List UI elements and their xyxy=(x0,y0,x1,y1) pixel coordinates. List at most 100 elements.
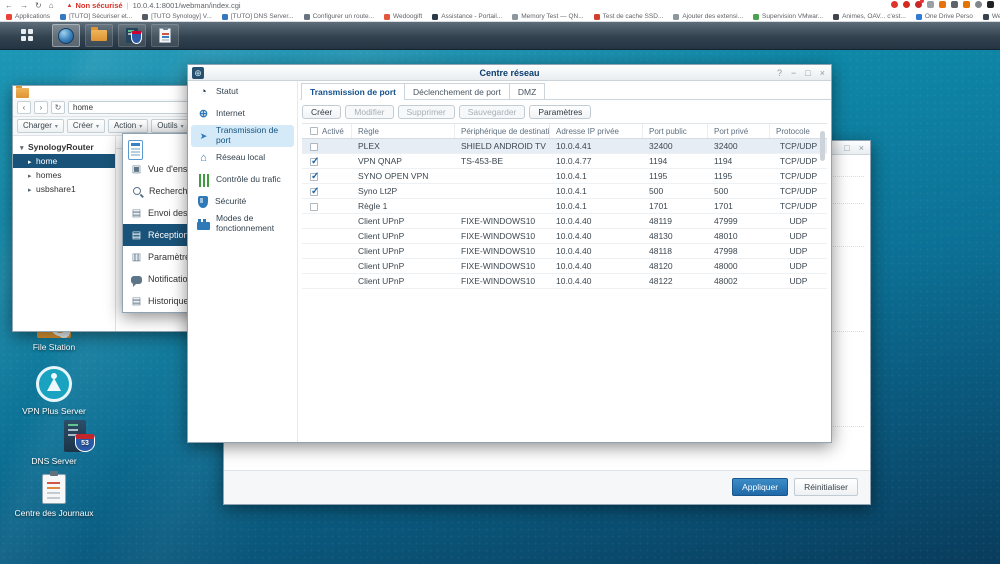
bookmark[interactable]: [TUTO] DNS Server... xyxy=(222,13,294,20)
row-checkbox[interactable] xyxy=(310,173,318,181)
table-row[interactable]: Client UPnP FIXE-WINDOWS10 10.0.4.40 481… xyxy=(302,229,827,244)
forward-icon[interactable]: → xyxy=(20,2,28,10)
tree-caret-icon[interactable]: ▸ xyxy=(28,156,36,168)
bookmark[interactable]: Memory Test — QN... xyxy=(512,13,583,20)
action-button[interactable]: Modifier xyxy=(345,105,393,119)
bookmark[interactable]: One Drive Perso xyxy=(916,13,973,20)
forward-button[interactable]: › xyxy=(34,101,48,114)
tab[interactable]: Transmission de port xyxy=(301,83,405,100)
bookmark[interactable]: Assistance - Portail... xyxy=(432,13,502,20)
row-checkbox[interactable] xyxy=(310,188,318,196)
column-protocole[interactable]: Protocole xyxy=(770,124,827,138)
row-checkbox[interactable] xyxy=(310,143,318,151)
tree-item[interactable]: ▸homes xyxy=(13,168,115,182)
bookmark[interactable]: Wedoogift xyxy=(384,13,422,20)
extension-icon[interactable] xyxy=(903,1,910,8)
desktop-icon-log-center[interactable]: Centre des Journaux xyxy=(8,474,100,518)
help-icon[interactable]: ? xyxy=(777,68,782,78)
tree-item[interactable]: ▸usbshare1 xyxy=(13,182,115,196)
taskbar-log-center[interactable] xyxy=(151,24,179,47)
close-icon[interactable]: × xyxy=(859,143,864,153)
sidebar-item[interactable]: Sécurité xyxy=(191,191,294,213)
tab[interactable]: Déclenchement de port xyxy=(404,83,510,100)
table-row[interactable]: Client UPnP FIXE-WINDOWS10 10.0.4.40 481… xyxy=(302,244,827,259)
sidebar-item[interactable]: Modes de fonctionnement xyxy=(191,213,294,235)
security-warning[interactable]: Non sécurisé xyxy=(76,1,123,10)
tree-caret-icon[interactable]: ▸ xyxy=(28,184,36,196)
extension-icon[interactable] xyxy=(891,1,898,8)
extension-icon[interactable] xyxy=(975,1,982,8)
tab[interactable]: DMZ xyxy=(509,83,545,100)
extension-icon[interactable] xyxy=(939,1,946,8)
column-activé[interactable]: Activé xyxy=(302,124,352,138)
table-scrollbar[interactable] xyxy=(820,131,825,161)
tree-item[interactable]: ▾SynologyRouter xyxy=(13,140,115,154)
row-checkbox[interactable] xyxy=(310,203,318,211)
bookmark[interactable]: Supervision VMwar... xyxy=(753,13,823,20)
action-button[interactable]: Sauvegarder xyxy=(459,105,526,119)
network-center-titlebar[interactable]: ⊕ Centre réseau ? − □ × xyxy=(188,65,831,81)
toolbar-dropdown-button[interactable]: Créer▾ xyxy=(67,119,105,133)
bookmark[interactable]: Configurer un route... xyxy=(304,13,374,20)
action-button[interactable]: Créer xyxy=(302,105,341,119)
toolbar-dropdown-button[interactable]: Outils▾ xyxy=(151,119,189,133)
table-row[interactable]: SYNO OPEN VPN 10.0.4.1 1195 1195 TCP/UDP xyxy=(302,169,827,184)
table-row[interactable]: Client UPnP FIXE-WINDOWS10 10.0.4.40 481… xyxy=(302,214,827,229)
table-row[interactable]: Client UPnP FIXE-WINDOWS10 10.0.4.40 481… xyxy=(302,259,827,274)
bookmark[interactable]: Ajouter des extensi... xyxy=(673,13,743,20)
bookmark[interactable]: [TUTO] Sécuriser et... xyxy=(60,13,132,20)
desktop-icon-vpn-plus-server[interactable]: VPN Plus Server xyxy=(8,366,100,416)
taskbar-dns-server[interactable] xyxy=(118,24,146,47)
maximize-icon[interactable]: □ xyxy=(844,143,849,153)
sidebar-item[interactable]: Transmission de port xyxy=(191,125,294,147)
extension-icon[interactable] xyxy=(927,1,934,8)
tree-caret-icon[interactable]: ▾ xyxy=(20,142,28,154)
minimize-icon[interactable]: − xyxy=(791,68,796,78)
close-icon[interactable]: × xyxy=(820,68,825,78)
column-adresse-ip[interactable]: Adresse IP privée xyxy=(550,124,643,138)
taskbar-network-center[interactable] xyxy=(52,24,80,47)
bookmark[interactable]: [TUTO Synology] V... xyxy=(142,13,212,20)
row-checkbox[interactable] xyxy=(310,158,318,166)
extension-icon[interactable] xyxy=(951,1,958,8)
address-bar[interactable]: ▲ Non sécurisé | 10.0.4.1:8001/webman/in… xyxy=(67,1,241,10)
refresh-button[interactable]: ↻ xyxy=(51,101,65,114)
column-périphérique[interactable]: Périphérique de destination xyxy=(455,124,550,138)
sidebar-item[interactable]: Contrôle du trafic xyxy=(191,169,294,191)
table-row[interactable]: Client UPnP FIXE-WINDOWS10 10.0.4.40 481… xyxy=(302,274,827,289)
extension-icon[interactable] xyxy=(963,1,970,8)
desktop-icon-dns-server[interactable]: 53 DNS Server xyxy=(8,420,100,466)
sidebar-item[interactable]: Statut xyxy=(191,81,294,103)
tree-caret-icon[interactable]: ▸ xyxy=(28,170,36,182)
bookmark[interactable]: Applications xyxy=(6,13,50,20)
table-row[interactable]: Syno Lt2P 10.0.4.1 500 500 TCP/UDP xyxy=(302,184,827,199)
sidebar-item[interactable]: Réseau local xyxy=(191,147,294,169)
action-button[interactable]: Paramètres xyxy=(529,105,591,119)
table-row[interactable]: PLEX SHIELD ANDROID TV 10.0.4.41 32400 3… xyxy=(302,139,827,154)
tree-item[interactable]: ▸home xyxy=(13,154,115,168)
table-row[interactable]: Règle 1 10.0.4.1 1701 1701 TCP/UDP xyxy=(302,199,827,214)
extension-icon[interactable] xyxy=(915,1,922,8)
main-menu-button[interactable] xyxy=(12,25,42,47)
reset-button[interactable]: Réinitialiser xyxy=(794,478,858,496)
select-all-checkbox[interactable] xyxy=(310,127,318,135)
maximize-icon[interactable]: □ xyxy=(805,68,810,78)
bookmark[interactable]: Welcome | QNAP rt... xyxy=(983,13,1000,20)
taskbar-file-station[interactable] xyxy=(85,24,113,47)
extension-icon[interactable] xyxy=(987,1,994,8)
bookmark[interactable]: Animes, OAV... c'est... xyxy=(833,13,906,20)
column-port-privé[interactable]: Port privé xyxy=(708,124,770,138)
bookmark[interactable]: Test de cache SSD... xyxy=(594,13,664,20)
home-icon[interactable]: ⌂ xyxy=(49,2,54,10)
back-icon[interactable]: ← xyxy=(5,2,13,10)
column-règle[interactable]: Règle xyxy=(352,124,455,138)
apply-button[interactable]: Appliquer xyxy=(732,478,788,496)
action-button[interactable]: Supprimer xyxy=(398,105,455,119)
back-button[interactable]: ‹ xyxy=(17,101,31,114)
reload-icon[interactable]: ↻ xyxy=(35,2,42,10)
toolbar-dropdown-button[interactable]: Charger▾ xyxy=(17,119,64,133)
column-port-public[interactable]: Port public xyxy=(643,124,708,138)
table-row[interactable]: VPN QNAP TS-453-BE 10.0.4.77 1194 1194 T… xyxy=(302,154,827,169)
toolbar-dropdown-button[interactable]: Action▾ xyxy=(108,119,148,133)
sidebar-item[interactable]: Internet xyxy=(191,103,294,125)
